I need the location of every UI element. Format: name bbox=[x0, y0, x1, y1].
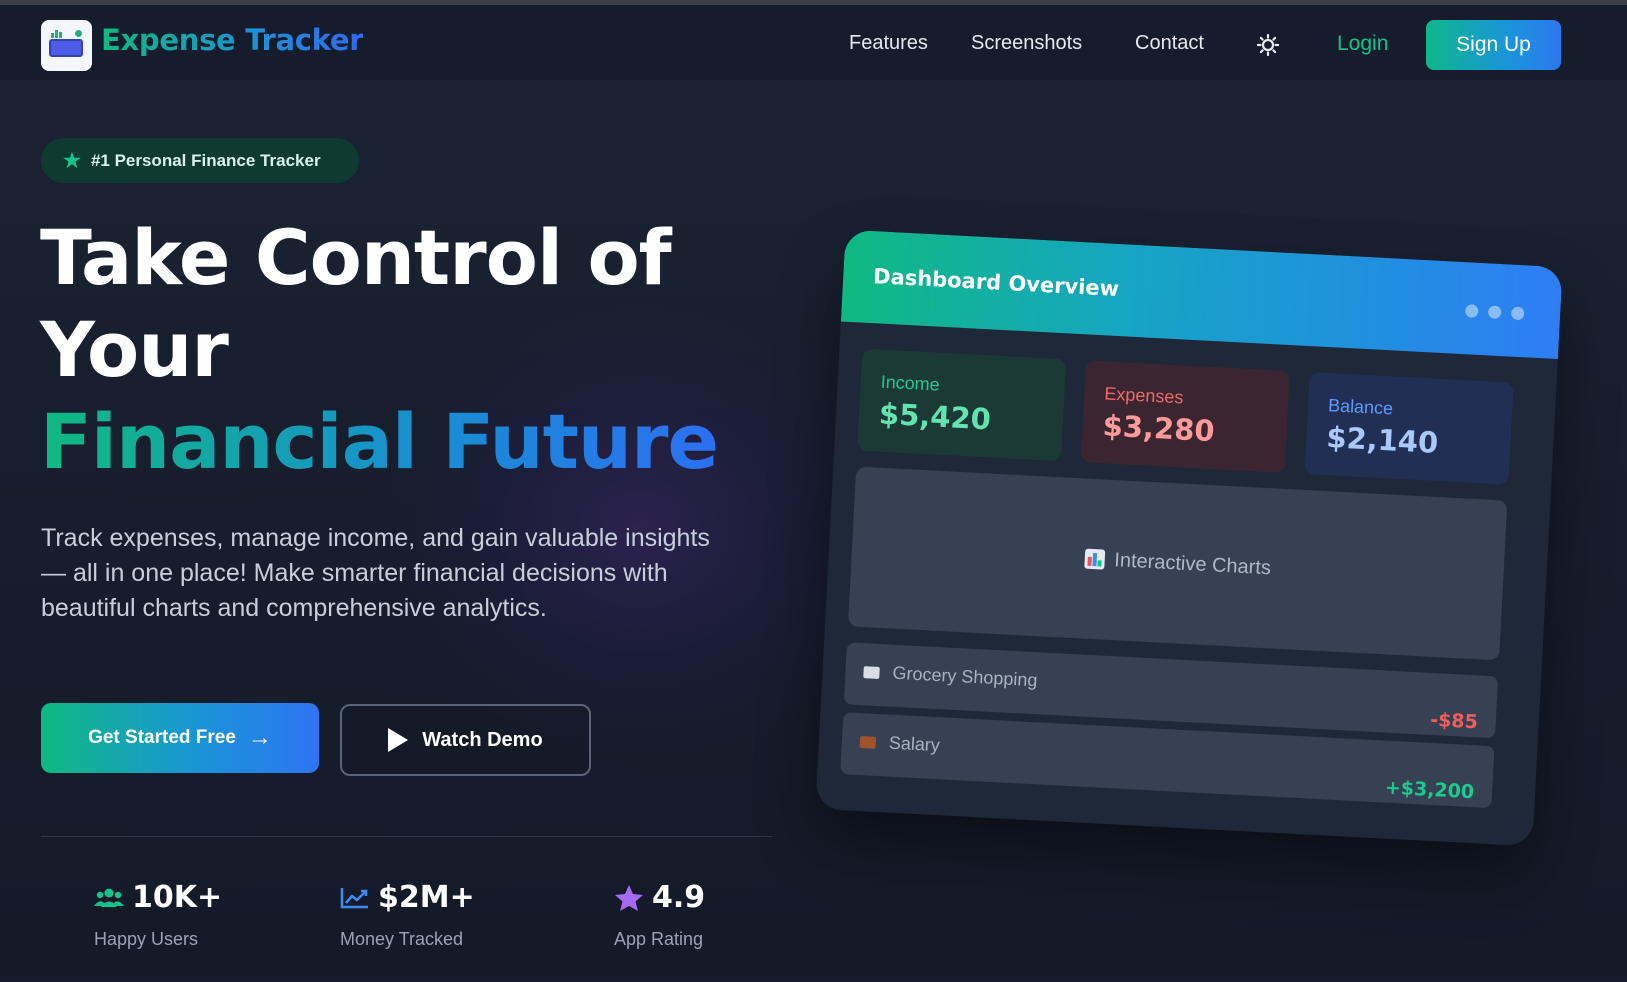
star-icon: ★ bbox=[63, 150, 81, 172]
stat-value: 10K+ bbox=[132, 880, 223, 915]
signup-button[interactable]: Sign Up bbox=[1426, 20, 1561, 70]
star-icon bbox=[615, 884, 643, 911]
dashboard-title: Dashboard Overview bbox=[872, 264, 1120, 301]
transaction-name: Grocery Shopping bbox=[892, 662, 1038, 691]
transaction-name: Salary bbox=[888, 732, 941, 756]
dashboard-preview: Dashboard Overview Income $5,420 Expense… bbox=[815, 229, 1563, 847]
nav-link-screenshots[interactable]: Screenshots bbox=[971, 32, 1082, 55]
kpi-label: Income bbox=[880, 371, 941, 395]
chart-placeholder: Interactive Charts bbox=[847, 466, 1508, 661]
hero-badge-label: #1 Personal Finance Tracker bbox=[90, 150, 321, 170]
bar-chart-icon bbox=[1083, 548, 1105, 570]
stat-label: App Rating bbox=[614, 929, 704, 949]
arrow-right-icon: → bbox=[247, 724, 272, 751]
kpi-expenses: Expenses $3,280 bbox=[1080, 360, 1290, 473]
transaction-amount: +$3,200 bbox=[1384, 776, 1475, 804]
shopping-cart-icon bbox=[863, 666, 880, 679]
watch-demo-label: Watch Demo bbox=[422, 728, 543, 751]
chart-line-icon bbox=[340, 887, 368, 908]
watch-demo-button[interactable]: Watch Demo bbox=[340, 704, 591, 776]
brand-name[interactable]: Expense Tracker bbox=[101, 23, 364, 57]
stat-app-rating: 4.9 App Rating bbox=[614, 880, 705, 950]
stat-value: 4.9 bbox=[652, 880, 706, 915]
headline-line-3: Financial Future bbox=[40, 397, 719, 486]
kpi-balance: Balance $2,140 bbox=[1304, 372, 1514, 485]
window-dots-icon bbox=[1455, 304, 1525, 321]
stat-happy-users: 10K+ Happy Users bbox=[94, 880, 222, 950]
kpi-label: Balance bbox=[1327, 395, 1394, 419]
login-link[interactable]: Login bbox=[1337, 32, 1388, 56]
headline-line-2: Your bbox=[40, 305, 229, 394]
stat-label: Happy Users bbox=[94, 929, 199, 949]
kpi-value: $2,140 bbox=[1325, 420, 1440, 460]
stat-value: $2M+ bbox=[378, 880, 475, 915]
headline-line-1: Take Control of bbox=[40, 213, 672, 302]
chart-placeholder-label: Interactive Charts bbox=[1113, 548, 1272, 579]
hero-badge: ★ #1 Personal Finance Tracker bbox=[41, 138, 359, 183]
stats-divider bbox=[41, 836, 772, 837]
transaction-amount: -$85 bbox=[1429, 708, 1479, 734]
kpi-label: Expenses bbox=[1103, 383, 1184, 408]
users-icon bbox=[94, 888, 124, 907]
hero-description: Track expenses, manage income, and gain … bbox=[41, 524, 710, 622]
kpi-value: $3,280 bbox=[1101, 408, 1216, 449]
stat-money-tracked: $2M+ Money Tracked bbox=[340, 880, 475, 950]
brand-logo-icon[interactable] bbox=[41, 20, 92, 71]
stat-label: Money Tracked bbox=[340, 929, 464, 949]
dashboard-card: Dashboard Overview Income $5,420 Expense… bbox=[815, 229, 1563, 847]
get-started-button[interactable]: Get Started Free → bbox=[41, 703, 319, 773]
kpi-value: $5,420 bbox=[878, 396, 992, 437]
get-started-label: Get Started Free bbox=[88, 727, 236, 748]
navbar: Expense Tracker Features Screenshots Con… bbox=[0, 5, 1627, 85]
kpi-income: Income $5,420 bbox=[857, 348, 1067, 462]
nav-link-features[interactable]: Features bbox=[849, 32, 928, 55]
play-icon bbox=[388, 728, 409, 752]
sun-icon[interactable] bbox=[1257, 34, 1279, 56]
nav-link-contact[interactable]: Contact bbox=[1135, 32, 1204, 55]
briefcase-icon bbox=[859, 736, 877, 749]
